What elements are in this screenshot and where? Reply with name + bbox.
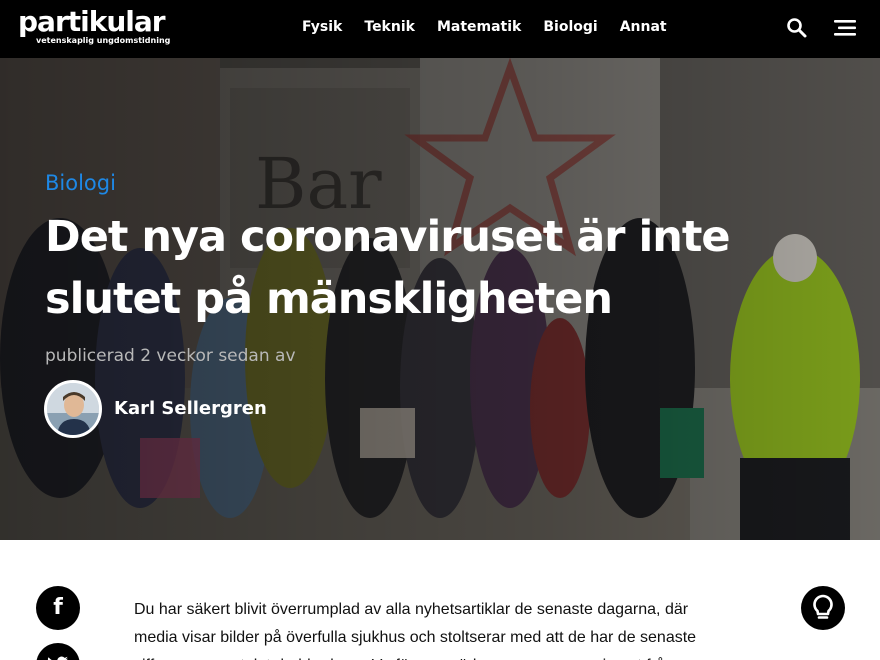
search-icon [787,18,807,38]
article-headline: Det nya coronaviruset är inte slutet på … [45,212,731,324]
hamburger-menu-icon [834,20,856,36]
category-link[interactable]: Biologi [45,171,116,195]
author-avatar[interactable] [44,380,102,438]
author-name-link[interactable]: Karl Sellergren [114,398,267,419]
twitter-icon [47,656,68,660]
logo-text: partikular [18,5,166,38]
lightbulb-icon [813,594,833,619]
nav-item-biologi[interactable]: Biologi [543,18,597,36]
menu-button[interactable] [834,18,858,38]
facebook-icon: f [53,595,63,620]
author-photo [47,383,99,435]
idea-button[interactable] [801,586,845,630]
nav-item-matematik[interactable]: Matematik [437,18,521,36]
nav-item-fysik[interactable]: Fysik [302,18,342,36]
article-lead-paragraph: Du har säkert blivit överrumplad av alla… [134,601,697,660]
site-logo[interactable]: partikular vetenskaplig ungdomstidning [18,5,171,46]
nav-item-annat[interactable]: Annat [620,18,667,36]
facebook-share-button[interactable]: f [36,586,80,630]
nav-item-teknik[interactable]: Teknik [364,18,415,36]
published-meta: publicerad 2 veckor sedan av [45,346,296,366]
logo-tagline: vetenskaplig ungdomstidning [36,36,171,45]
top-navigation-bar: partikular vetenskaplig ungdomstidning F… [0,0,880,58]
main-nav: Fysik Teknik Matematik Biologi Annat [302,18,689,36]
search-button[interactable] [786,17,808,39]
hero-section: Bar Biologi Det nya coronaviruset är int… [0,58,880,540]
twitter-share-button[interactable] [36,643,80,660]
